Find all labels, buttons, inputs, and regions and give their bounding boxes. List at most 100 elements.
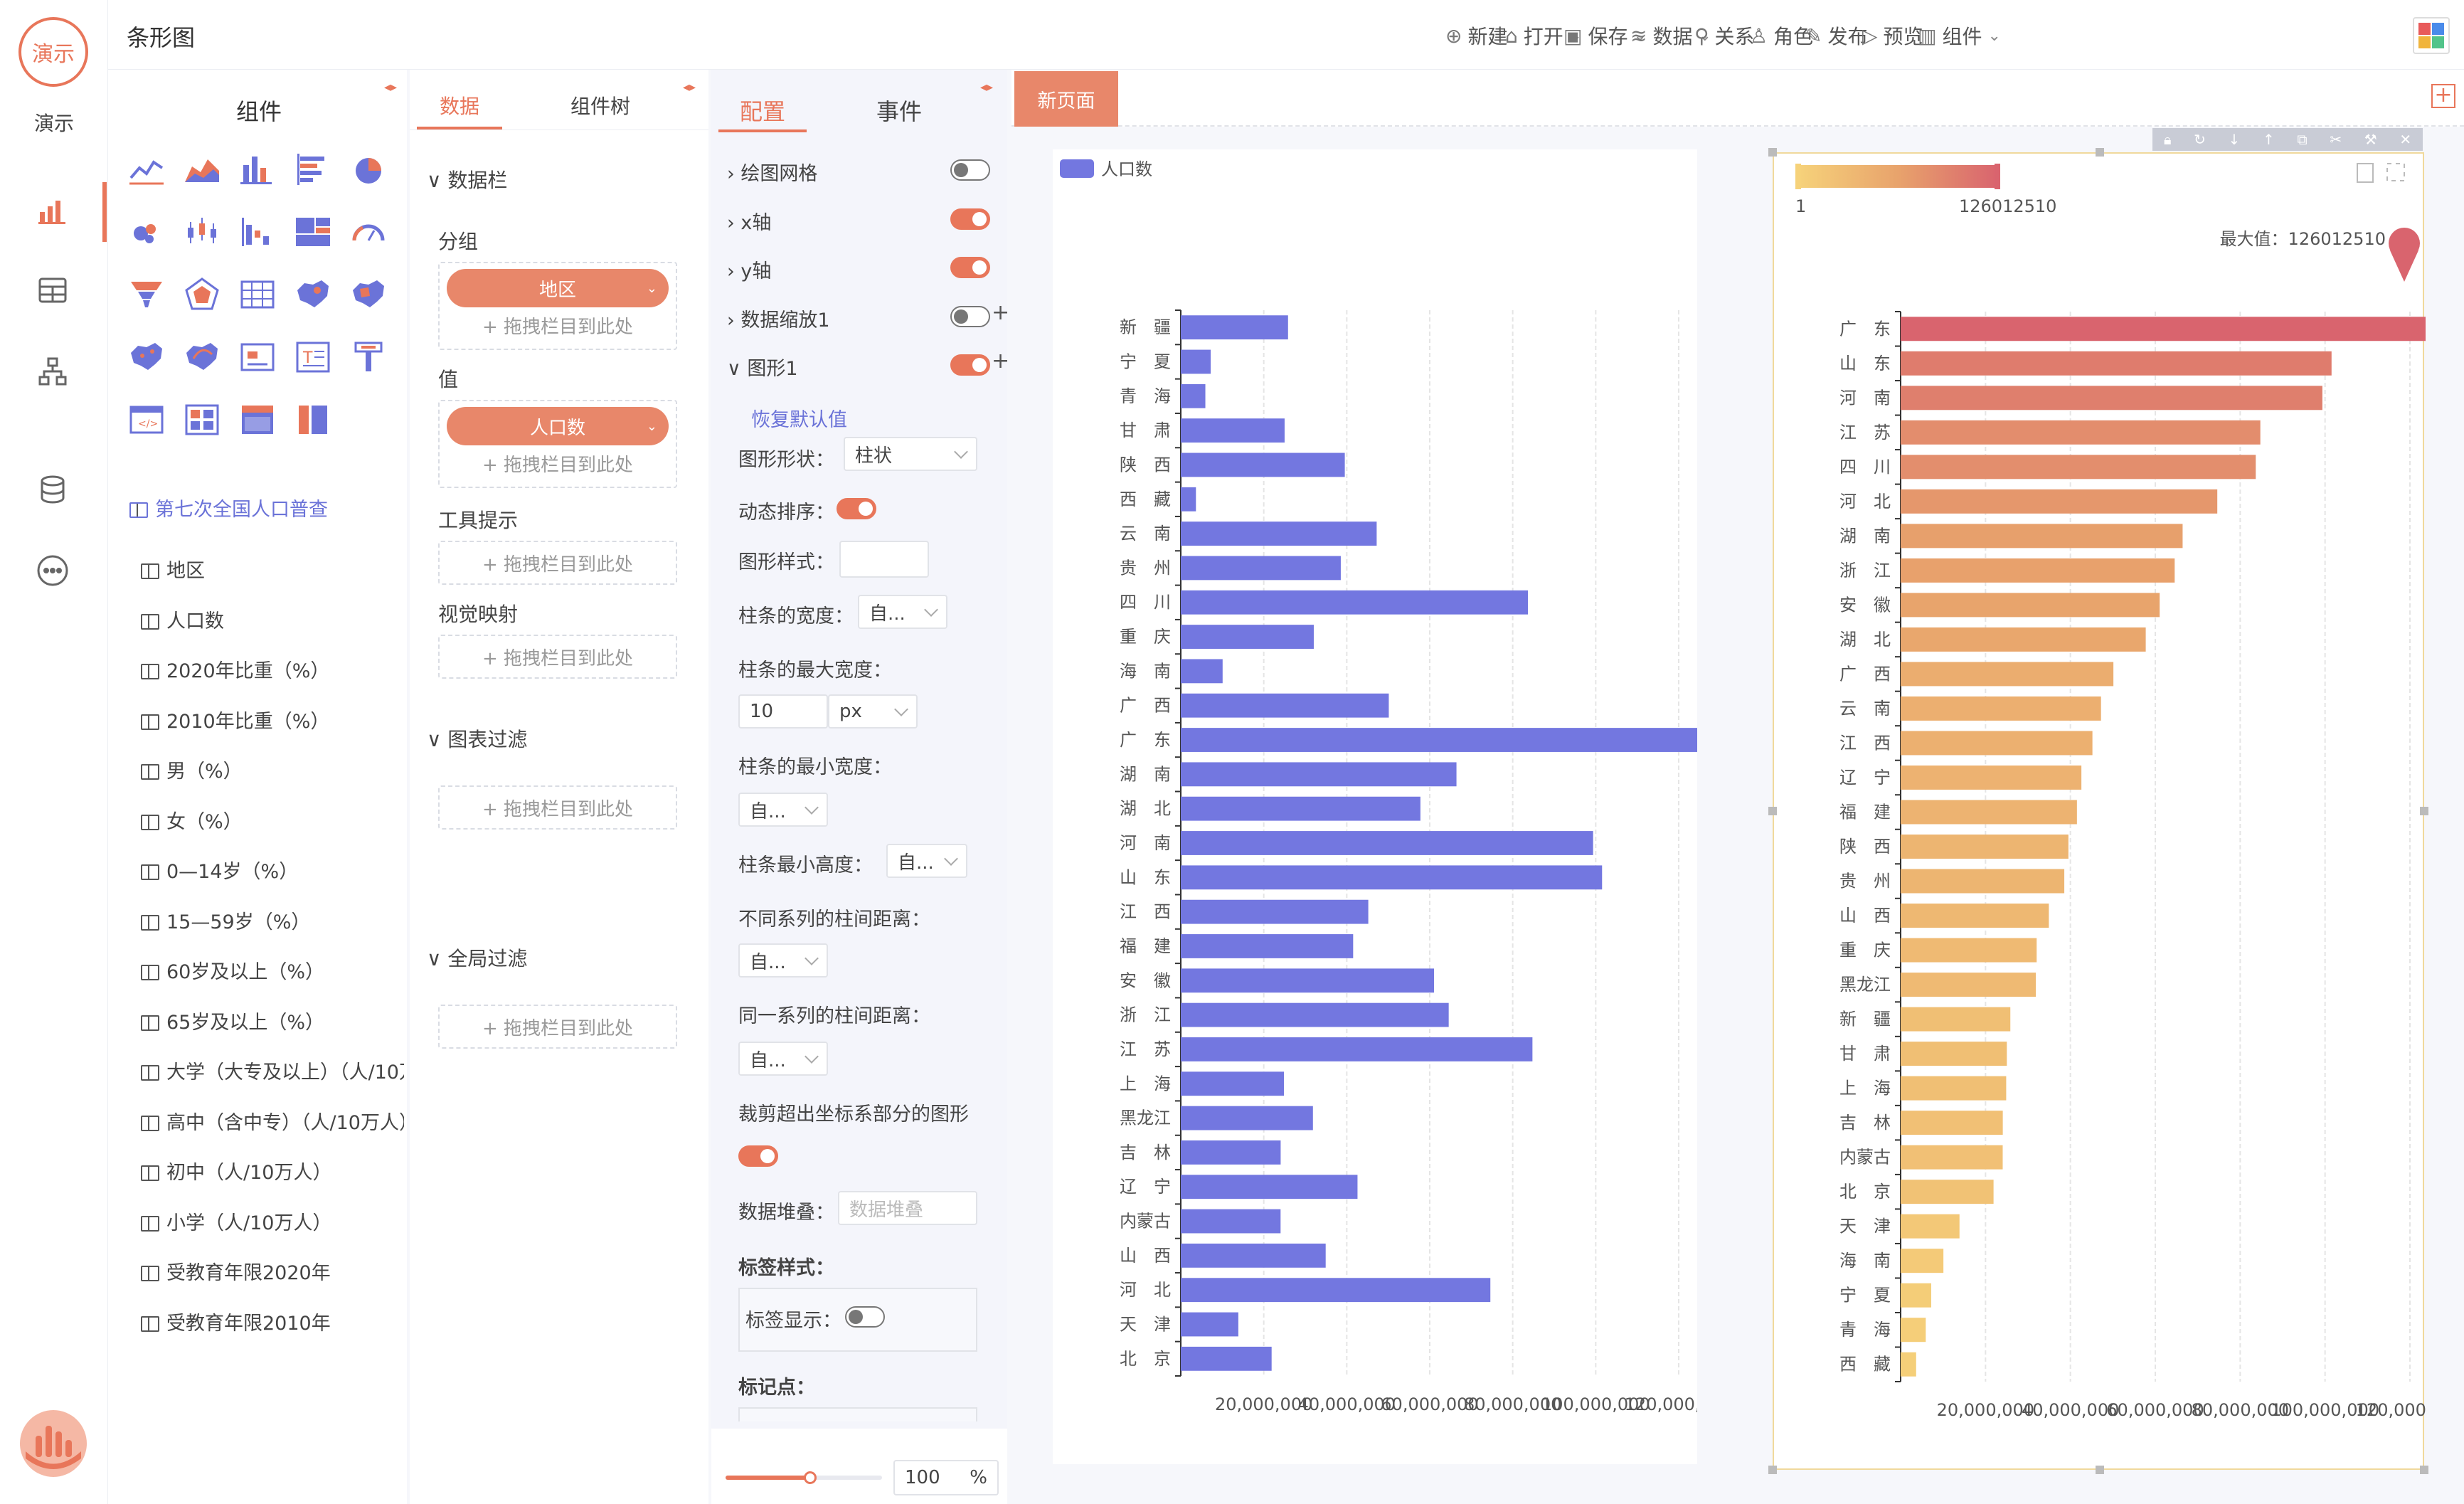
restore-default-link[interactable]: 恢复默认值 — [751, 404, 847, 432]
config-section-1[interactable]: › 绘图网格 — [727, 158, 817, 186]
clip-toggle[interactable] — [738, 1145, 778, 1167]
format-brush-icon[interactable]: ⚒ — [2364, 131, 2377, 148]
tab-config[interactable]: 配置 — [740, 94, 785, 127]
toolbar-relation-button[interactable]: ⚲ 关系 — [1694, 21, 1755, 50]
download-icon[interactable]: ↓ — [2229, 131, 2241, 148]
toolbar-play-button[interactable]: ▷ 预览 — [1862, 21, 1923, 50]
resize-handle[interactable] — [2420, 1466, 2428, 1474]
collapse-arrows-icon[interactable]: ◂▸ — [980, 80, 993, 95]
collapse-arrows-icon[interactable]: ◂▸ — [384, 80, 397, 95]
dynamic-sort-toggle[interactable] — [837, 498, 876, 519]
population-bar-chart[interactable]: 人口数新 疆宁 夏青 海甘 肃陕 西西 藏云 南贵 州四 川重 庆海 南广 西广… — [1053, 149, 1733, 1464]
field-item[interactable]: 2010年比重（%） — [141, 706, 404, 734]
config-section-5[interactable]: ∨ 图形1 — [727, 353, 798, 381]
add-icon[interactable]: + — [992, 300, 1009, 325]
field-item[interactable]: 2020年比重（%） — [141, 655, 404, 683]
stack-input[interactable]: 数据堆叠 — [838, 1191, 977, 1225]
pill-dropdown-icon[interactable]: ⌄ — [647, 281, 657, 296]
tab-events[interactable]: 事件 — [876, 94, 922, 127]
line-chart-icon[interactable] — [127, 149, 166, 189]
config-section-toggle[interactable] — [950, 257, 990, 278]
map-china-icon[interactable] — [293, 275, 333, 314]
copy-icon[interactable]: ⧉ — [2297, 131, 2307, 148]
field-item[interactable]: 初中（人/10万人） — [141, 1157, 404, 1185]
group-pill-region[interactable]: 地区 ⌄ — [447, 269, 669, 307]
toolbar-bar-chart-button[interactable]: ▥ 组件 ⌄ — [1918, 21, 2001, 50]
field-item[interactable]: 受教育年限2010年 — [141, 1308, 404, 1335]
map-scatter-icon[interactable] — [127, 337, 166, 377]
candlestick-icon[interactable] — [182, 212, 222, 252]
field-item[interactable]: 60岁及以上（%） — [141, 956, 404, 984]
data-bar-section[interactable]: ∨ 数据栏 — [427, 165, 507, 194]
tab-component-tree[interactable]: 组件树 — [570, 91, 630, 120]
pill-dropdown-icon[interactable]: ⌄ — [647, 419, 657, 434]
zoom-slider-handle[interactable] — [804, 1471, 817, 1484]
lock-icon[interactable]: 🔒︎ — [2164, 131, 2172, 148]
theme-switch-icon[interactable] — [2413, 17, 2450, 54]
bar-min-height-select[interactable]: 自... — [886, 844, 967, 878]
global-filter-section[interactable]: ∨ 全局过滤 — [427, 943, 527, 972]
field-item[interactable]: 男（%） — [141, 756, 404, 783]
sorted-population-chart[interactable]: 1 126012510 广 东山 东河 南江 苏四 川河 北湖 南浙 江安 徽湖 北… — [1773, 152, 2464, 1470]
field-item[interactable]: 0—14岁（%） — [141, 856, 404, 884]
visual-map-drop-zone[interactable]: + 拖拽栏目到此处 — [438, 635, 677, 679]
field-item[interactable]: 高中（含中专）（人/10万人） — [141, 1107, 404, 1135]
bar-min-width-select[interactable]: 自... — [738, 793, 828, 827]
bar-max-width-input[interactable]: 10 — [738, 694, 828, 729]
move-top-icon[interactable]: ↑ — [2263, 131, 2275, 148]
container-icon[interactable] — [238, 400, 277, 440]
tooltip-drop-zone[interactable]: + 拖拽栏目到此处 — [438, 541, 677, 585]
config-section-toggle[interactable] — [950, 354, 990, 376]
treemap-icon[interactable] — [293, 212, 333, 252]
radar-icon[interactable] — [182, 275, 222, 314]
hierarchy-icon[interactable] — [33, 351, 73, 391]
shape-style-color-box[interactable] — [839, 541, 929, 578]
table-icon[interactable] — [33, 270, 73, 310]
label-show-toggle[interactable] — [845, 1306, 885, 1328]
more-icon[interactable] — [33, 551, 73, 591]
config-section-toggle[interactable] — [950, 305, 990, 327]
tab-data[interactable]: 数据 — [440, 91, 479, 120]
dataset-name[interactable]: 第七次全国人口普查 — [129, 494, 328, 521]
chart-filter-section[interactable]: ∨ 图表过滤 — [427, 724, 527, 753]
split-layout-icon[interactable] — [293, 400, 333, 440]
resize-handle[interactable] — [1768, 148, 1777, 157]
html-icon[interactable]: </> — [127, 400, 166, 440]
config-section-3[interactable]: › y轴 — [727, 255, 771, 283]
config-section-2[interactable]: › x轴 — [727, 207, 771, 235]
cut-icon[interactable]: ✂ — [2330, 131, 2342, 148]
category-gap-select[interactable]: 自... — [738, 1042, 828, 1076]
collapse-arrows-icon[interactable]: ◂▸ — [683, 80, 696, 95]
field-item[interactable]: 地区 — [141, 555, 404, 583]
toolbar-plus-circle-button[interactable]: ⊕ 新建 — [1445, 21, 1507, 50]
ruler-icon[interactable] — [349, 337, 388, 377]
toolbar-user-button[interactable]: ♙ 角色 — [1750, 21, 1813, 50]
resize-handle[interactable] — [2420, 807, 2428, 815]
field-item[interactable]: 女（%） — [141, 806, 404, 834]
resize-handle[interactable] — [2096, 1466, 2104, 1474]
app-logo[interactable]: 演示 — [18, 17, 88, 87]
series-gap-select[interactable]: 自... — [738, 943, 828, 978]
field-item[interactable]: 受教育年限2020年 — [141, 1257, 404, 1285]
bar-max-width-unit-select[interactable]: px — [828, 694, 918, 729]
toolbar-publish-button[interactable]: ✎ 发布 — [1805, 21, 1867, 50]
resize-handle[interactable] — [1768, 1466, 1777, 1474]
table-chart-icon[interactable] — [238, 275, 277, 314]
field-item[interactable]: 65岁及以上（%） — [141, 1007, 404, 1034]
funnel-icon[interactable] — [127, 275, 166, 314]
field-item[interactable]: 人口数 — [141, 605, 404, 633]
pie-chart-icon[interactable] — [349, 149, 388, 189]
waterfall-icon[interactable] — [238, 212, 277, 252]
grid-layout-icon[interactable] — [182, 400, 222, 440]
add-icon[interactable]: + — [992, 349, 1009, 374]
config-section-toggle[interactable] — [950, 208, 990, 230]
chart-filter-drop-zone[interactable]: + 拖拽栏目到此处 — [438, 785, 677, 830]
horizontal-bar-icon[interactable] — [293, 149, 333, 189]
tab-new-page[interactable]: 新页面 — [1014, 71, 1118, 127]
shape-select[interactable]: 柱状 — [844, 437, 977, 471]
field-item[interactable]: 大学（大专及以上）（人/10万人） — [141, 1056, 404, 1084]
image-icon[interactable] — [238, 337, 277, 377]
database-icon[interactable] — [33, 470, 73, 509]
field-item[interactable]: 15—59岁（%） — [141, 906, 404, 934]
resize-handle[interactable] — [2096, 148, 2104, 157]
